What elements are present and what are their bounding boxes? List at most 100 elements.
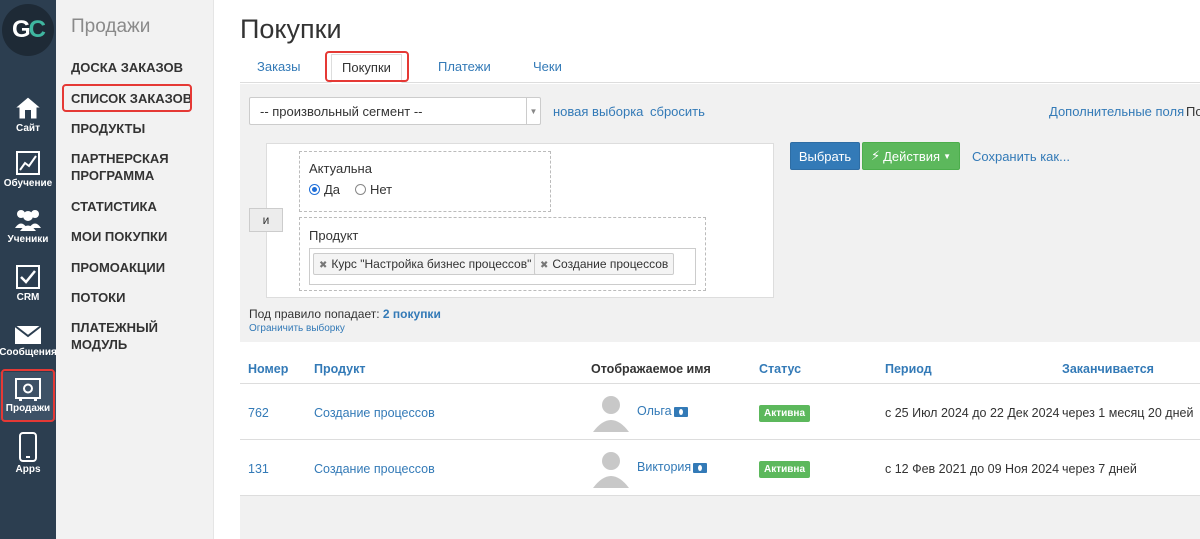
col-header-period[interactable]: Период bbox=[885, 362, 932, 376]
highlight-sales bbox=[1, 369, 55, 422]
avatar-icon bbox=[593, 452, 629, 488]
remove-tag-icon[interactable]: ✖ bbox=[540, 260, 548, 271]
row-period: с 25 Июл 2024 до 22 Дек 2024 bbox=[885, 406, 1060, 420]
avatar-icon bbox=[593, 396, 629, 432]
users-icon bbox=[15, 210, 41, 231]
subnav-title: Продажи bbox=[71, 16, 151, 37]
logo-letter-g: G bbox=[11, 16, 31, 43]
limit-selection-link[interactable]: Ограничить выборку bbox=[249, 323, 345, 334]
rail-label-learning: Обучение bbox=[3, 178, 53, 189]
rail-item-students[interactable]: Ученики bbox=[0, 206, 56, 245]
rail-label-students: Ученики bbox=[7, 234, 49, 245]
subnav-item-streams[interactable]: Потоки bbox=[71, 289, 125, 306]
radio-yes-dot bbox=[309, 184, 320, 195]
clipped-link[interactable]: По bbox=[1186, 104, 1200, 119]
condition-actual-label: Актуальна bbox=[309, 161, 372, 176]
and-operator-button[interactable]: и bbox=[249, 208, 283, 232]
row-product[interactable]: Создание процессов bbox=[314, 462, 435, 476]
radio-yes-label: Да bbox=[324, 182, 341, 197]
condition-actual: Актуальна Да Нет bbox=[299, 151, 551, 212]
row-user[interactable]: Ольга bbox=[637, 404, 688, 418]
tab-payments[interactable]: Платежи bbox=[438, 59, 491, 74]
col-header-ends[interactable]: Заканчивается bbox=[1062, 362, 1154, 376]
tab-orders[interactable]: Заказы bbox=[257, 59, 300, 74]
radio-no-label: Нет bbox=[370, 182, 393, 197]
rail-label-site: Сайт bbox=[16, 123, 40, 134]
row-user[interactable]: Виктория bbox=[637, 460, 708, 474]
page-title: Покупки bbox=[240, 14, 342, 44]
envelope-icon bbox=[14, 325, 42, 344]
row-number[interactable]: 762 bbox=[248, 406, 269, 420]
row-user-name[interactable]: Виктория bbox=[637, 460, 691, 474]
col-header-status[interactable]: Статус bbox=[759, 362, 801, 376]
col-header-number[interactable]: Номер bbox=[248, 362, 288, 376]
reset-link[interactable]: сбросить bbox=[650, 104, 705, 119]
subnav-item-payment-module[interactable]: Платежный модуль bbox=[71, 319, 213, 353]
product-tag-label: Создание процессов bbox=[552, 257, 669, 271]
lightning-icon: ⚡ bbox=[870, 148, 881, 163]
product-tag: ✖ Курс "Настройка бизнес процессов" bbox=[313, 253, 538, 275]
subnav-item-partner-program[interactable]: Партнерская программа bbox=[71, 150, 191, 184]
product-tag-label: Курс "Настройка бизнес процессов" bbox=[331, 257, 532, 271]
table-footer-area bbox=[240, 496, 1200, 539]
home-icon bbox=[13, 96, 43, 120]
rail-label-crm: CRM bbox=[16, 292, 40, 303]
rail-label-apps: Apps bbox=[15, 464, 41, 475]
remove-tag-icon[interactable]: ✖ bbox=[319, 260, 327, 271]
radio-no[interactable]: Нет bbox=[355, 182, 392, 197]
highlight-orders-list bbox=[62, 84, 192, 112]
actions-button-label: Действия bbox=[883, 148, 941, 164]
table-row[interactable]: 131 Создание процессов Виктория Активна … bbox=[240, 439, 1200, 496]
caret-down-icon: ▼ bbox=[943, 151, 952, 161]
subnav-item-my-purchases[interactable]: Мои покупки bbox=[71, 228, 167, 245]
checkbox-icon bbox=[16, 265, 40, 289]
condition-product: Продукт ✖ Курс "Настройка бизнес процессо… bbox=[299, 217, 706, 291]
rule-count-value[interactable]: 2 покупки bbox=[383, 307, 441, 321]
rail-item-site[interactable]: Сайт bbox=[0, 95, 56, 134]
main-content: Покупки Заказы Покупки Платежи Чеки -- п… bbox=[214, 0, 1200, 539]
rail-item-learning[interactable]: Обучение bbox=[0, 150, 56, 189]
row-product[interactable]: Создание процессов bbox=[314, 406, 435, 420]
new-selection-link[interactable]: новая выборка bbox=[553, 104, 643, 119]
select-button[interactable]: Выбрать bbox=[790, 142, 860, 170]
rule-count-prefix: Под правило попадает: bbox=[249, 307, 380, 321]
chevron-down-icon: ▼ bbox=[526, 98, 540, 124]
sales-subnav: Продажи Доска заказов Список заказов Про… bbox=[56, 0, 214, 539]
chart-icon bbox=[16, 151, 40, 175]
rail-item-messages[interactable]: Сообщения bbox=[0, 325, 57, 358]
table-row[interactable]: 762 Создание процессов Ольга Активна с 2… bbox=[240, 383, 1200, 439]
radio-no-dot bbox=[355, 184, 366, 195]
rule-count: Под правило попадает: 2 покупки bbox=[249, 307, 441, 321]
filters-panel: -- произвольный сегмент -- ▼ новая выбор… bbox=[240, 84, 1200, 342]
row-ends: через 7 дней bbox=[1062, 462, 1137, 476]
main-rail: GC Сайт Обучение Ученики CRM Сообщения П… bbox=[0, 0, 57, 539]
subnav-item-orders-board[interactable]: Доска заказов bbox=[71, 59, 183, 76]
segment-select-value: -- произвольный сегмент -- bbox=[260, 104, 423, 119]
segment-select[interactable]: -- произвольный сегмент -- ▼ bbox=[249, 97, 541, 125]
save-as-link[interactable]: Сохранить как... bbox=[972, 149, 1070, 164]
rail-label-messages: Сообщения bbox=[0, 347, 57, 358]
money-icon bbox=[673, 406, 688, 417]
row-period: с 12 Фев 2021 до 09 Ноя 2024 bbox=[885, 462, 1060, 476]
row-user-name[interactable]: Ольга bbox=[637, 404, 672, 418]
subnav-item-statistics[interactable]: Статистика bbox=[71, 198, 157, 215]
col-header-product[interactable]: Продукт bbox=[314, 362, 366, 376]
radio-yes[interactable]: Да bbox=[309, 182, 340, 197]
condition-product-label: Продукт bbox=[309, 228, 359, 243]
subnav-item-promo[interactable]: Промоакции bbox=[71, 259, 165, 276]
product-tags-input[interactable]: ✖ Курс "Настройка бизнес процессов" ✖ Созд… bbox=[309, 248, 696, 285]
status-badge: Активна bbox=[759, 461, 811, 478]
product-tag: ✖ Создание процессов bbox=[534, 253, 675, 275]
logo-icon: GC bbox=[2, 4, 54, 56]
highlight-tab-purchases bbox=[325, 51, 409, 82]
row-number[interactable]: 131 bbox=[248, 462, 269, 476]
tab-receipts[interactable]: Чеки bbox=[533, 59, 562, 74]
extra-fields-link[interactable]: Дополнительные поля bbox=[1049, 104, 1184, 119]
rail-item-apps[interactable]: Apps bbox=[0, 432, 56, 475]
row-ends: через 1 месяц 20 дней bbox=[1062, 406, 1194, 420]
subnav-item-products[interactable]: Продукты bbox=[71, 120, 145, 137]
logo-letter-c: C bbox=[28, 16, 46, 43]
logo[interactable]: GC bbox=[0, 2, 56, 58]
rail-item-crm[interactable]: CRM bbox=[0, 264, 56, 303]
actions-button[interactable]: ⚡ Действия ▼ bbox=[862, 142, 960, 170]
